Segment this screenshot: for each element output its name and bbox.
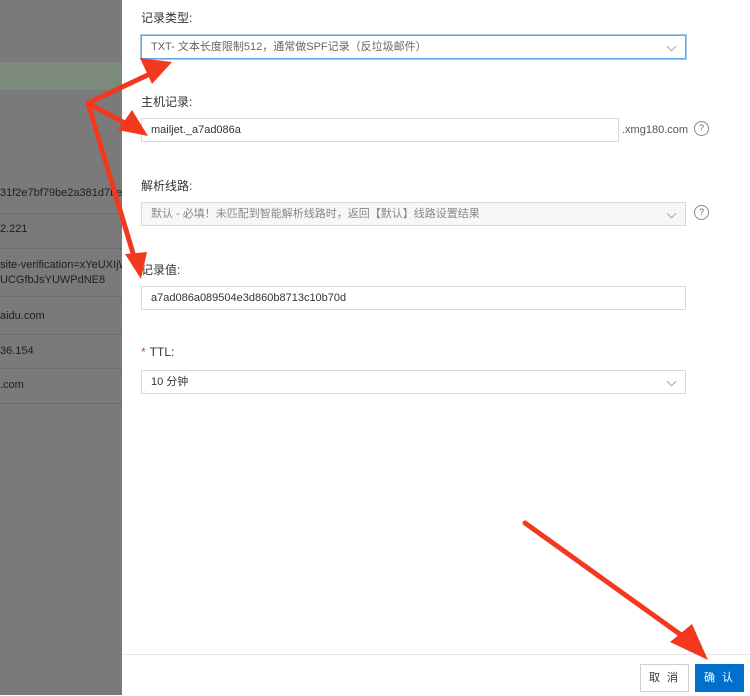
host-input[interactable]: mailjet._a7ad086a	[141, 118, 619, 142]
add-record-panel: 记录类型: TXT- 文本长度限制512，通常做SPF记录（反垃圾邮件） 主机记…	[122, 0, 750, 696]
background-row: 2.221	[0, 222, 122, 249]
background-row: 31f2e7bf79be2a381d7be	[0, 186, 122, 214]
record-value-label: 记录值:	[141, 263, 181, 277]
background-highlight-row	[0, 62, 122, 90]
background-row: site-verification=xYeUXIjWD UCGfbJsYUWPd…	[0, 258, 122, 297]
record-type-label: 记录类型:	[141, 11, 193, 25]
background-row-text: 36.154	[0, 345, 34, 357]
chevron-down-icon	[666, 208, 677, 219]
required-mark: *	[141, 345, 146, 359]
background-row-text: 2.221	[0, 223, 28, 235]
background-row-text: 31f2e7bf79be2a381d7be	[0, 187, 122, 199]
help-icon[interactable]: ?	[694, 121, 709, 136]
chevron-down-icon	[666, 41, 677, 52]
cancel-button[interactable]: 取 消	[640, 664, 689, 692]
background-row-text: UCGfbJsYUWPdNE8	[0, 274, 106, 286]
record-value-input[interactable]: a7ad086a089504e3d860b8713c10b70d	[141, 286, 686, 310]
ttl-label-text: TTL:	[149, 345, 175, 359]
background-row: 36.154	[0, 344, 122, 369]
ttl-label: * TTL:	[141, 345, 174, 359]
background-row: .com	[0, 378, 122, 404]
background-row: aidu.com	[0, 309, 122, 335]
background-record-list: 31f2e7bf79be2a381d7be 2.221 site-verific…	[0, 0, 122, 695]
line-select[interactable]: 默认 - 必填！未匹配到智能解析线路时，返回【默认】线路设置结果	[141, 202, 686, 226]
ttl-value: 10 分钟	[151, 376, 189, 388]
line-label: 解析线路:	[141, 179, 193, 193]
ttl-select[interactable]: 10 分钟	[141, 370, 686, 394]
record-type-select[interactable]: TXT- 文本长度限制512，通常做SPF记录（反垃圾邮件）	[141, 35, 686, 59]
panel-footer: 取 消 确 认	[122, 654, 750, 696]
confirm-button[interactable]: 确 认	[695, 664, 744, 692]
host-label: 主机记录:	[141, 95, 193, 109]
help-icon[interactable]: ?	[694, 205, 709, 220]
background-row-text: aidu.com	[0, 310, 45, 322]
domain-suffix: .xmg180.com	[622, 124, 689, 136]
chevron-down-icon	[666, 376, 677, 387]
line-value: 默认 - 必填！未匹配到智能解析线路时，返回【默认】线路设置结果	[151, 208, 480, 220]
host-input-value: mailjet._a7ad086a	[151, 124, 241, 136]
record-type-value: TXT- 文本长度限制512，通常做SPF记录（反垃圾邮件）	[151, 41, 427, 53]
background-row-text: .com	[0, 379, 24, 391]
record-value-input-value: a7ad086a089504e3d860b8713c10b70d	[151, 292, 347, 304]
background-row-text: site-verification=xYeUXIjWD	[0, 259, 122, 271]
